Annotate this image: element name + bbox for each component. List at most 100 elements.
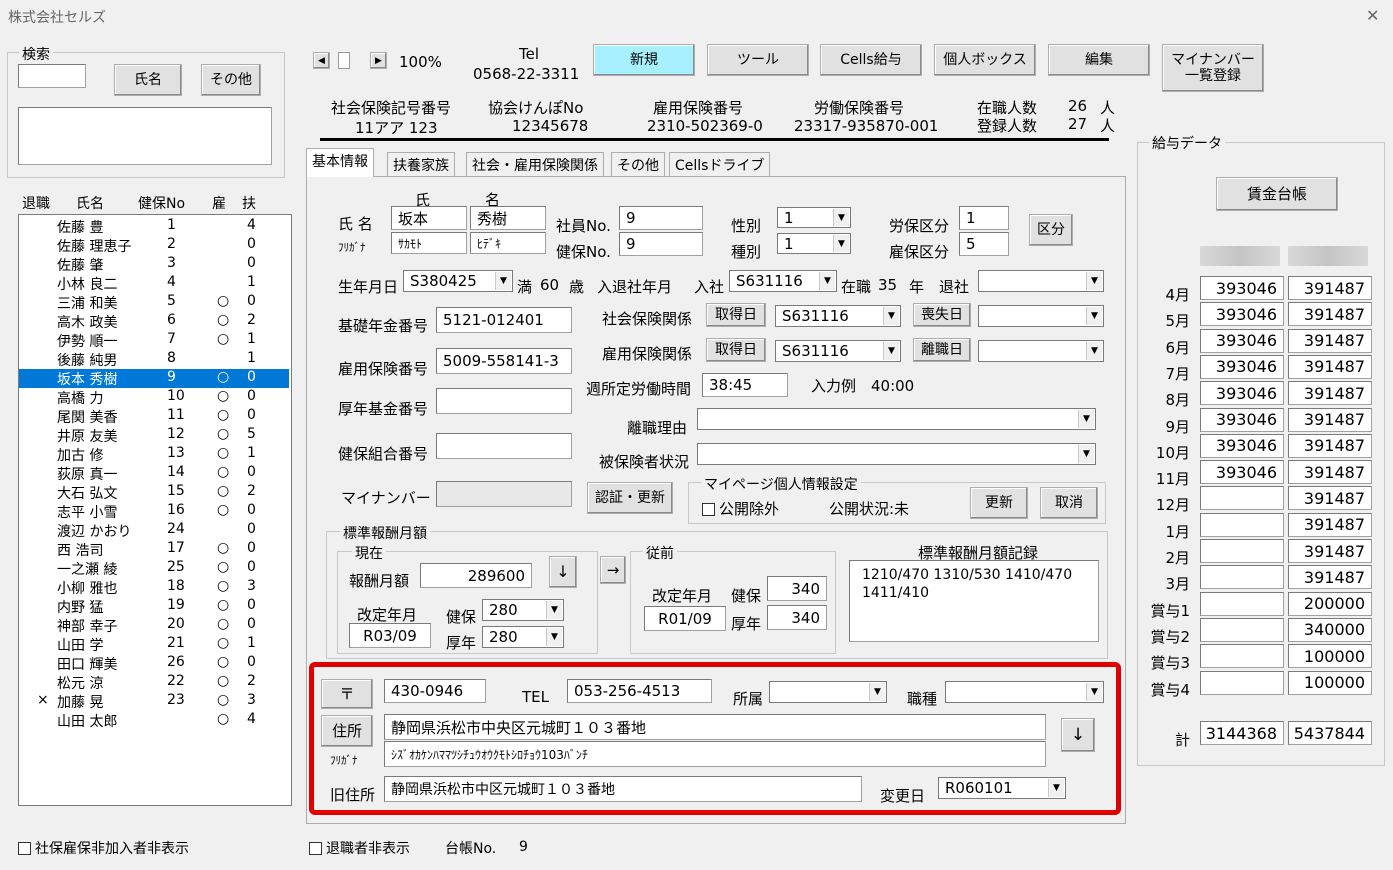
shaho-get-button[interactable]: 取得日 — [706, 303, 766, 327]
shaho-date-select[interactable]: S631116 ▼ — [775, 305, 901, 327]
other-search-button[interactable]: その他 — [201, 64, 261, 96]
pay-cell-b[interactable]: 100000 — [1288, 644, 1372, 669]
tab-other[interactable]: その他 — [611, 152, 665, 176]
list-item[interactable]: 小林 良二 4 1 — [19, 274, 289, 293]
move-right-button[interactable]: → — [600, 556, 626, 584]
pay-cell-a[interactable]: 393046 — [1200, 276, 1284, 300]
checkbox-icon[interactable] — [18, 842, 31, 855]
pay-cell-a[interactable] — [1200, 486, 1284, 511]
kosei-grade-select[interactable]: 280 ▼ — [482, 626, 564, 648]
list-item[interactable]: 内野 猛 19 ○ 0 — [19, 597, 289, 616]
list-item[interactable]: 佐藤 豊 1 4 — [19, 217, 289, 236]
mynumber-list-button[interactable]: マイナンバー 一覧登録 — [1162, 44, 1264, 92]
list-item[interactable]: 佐藤 肇 3 0 — [19, 255, 289, 274]
address-button[interactable]: 住所 — [321, 715, 373, 747]
shaho-lost-select[interactable]: ▼ — [978, 305, 1104, 327]
rodo-kbn-field[interactable]: 1 — [959, 206, 1009, 230]
prev-rev-field[interactable]: R01/09 — [644, 606, 726, 631]
personal-box-button[interactable]: 個人ボックス — [934, 44, 1036, 76]
list-item[interactable]: 山田 学 21 ○ 1 — [19, 635, 289, 654]
list-item[interactable]: 小柳 雅也 18 ○ 3 — [19, 578, 289, 597]
list-item[interactable]: 佐藤 理恵子 2 0 — [19, 236, 289, 255]
pay-cell-b[interactable]: 391487 — [1288, 328, 1372, 353]
tab-basic[interactable]: 基本情報 — [306, 148, 374, 177]
tab-dependents[interactable]: 扶養家族 — [387, 152, 455, 176]
pay-cell-a[interactable]: 393046 — [1200, 407, 1284, 432]
chevron-down-icon[interactable]: ▼ — [883, 307, 899, 325]
pay-cell-a[interactable] — [1200, 617, 1284, 642]
pay-cell-a[interactable] — [1200, 670, 1284, 695]
chevron-down-icon[interactable]: ▼ — [1086, 272, 1102, 290]
pay-cell-b[interactable]: 391487 — [1288, 354, 1372, 379]
checkbox-icon[interactable] — [309, 842, 322, 855]
chevron-down-icon[interactable]: ▼ — [1086, 307, 1102, 325]
pay-cell-a[interactable] — [1200, 591, 1284, 616]
tab-insurance[interactable]: 社会・雇用保険関係 — [466, 152, 604, 176]
old-address-field[interactable]: 静岡県浜松市中区元城町１０３番地 — [384, 776, 862, 802]
join-select[interactable]: S631116 ▼ — [729, 270, 837, 292]
kumiai-field[interactable] — [436, 433, 572, 459]
list-item[interactable]: × 加藤 晃 23 ○ 3 — [19, 692, 289, 711]
pay-cell-b[interactable]: 100000 — [1288, 670, 1372, 695]
mypage-update-button[interactable]: 更新 — [970, 487, 1028, 519]
zip-button[interactable]: 〒 — [321, 679, 373, 709]
chevron-down-icon[interactable]: ▼ — [1086, 342, 1102, 360]
list-item[interactable]: 後藤 純男 8 1 — [19, 350, 289, 369]
chevron-down-icon[interactable]: ▼ — [1078, 410, 1094, 428]
status-select[interactable]: ▼ — [697, 443, 1096, 465]
list-item[interactable]: 伊勢 順一 7 ○ 1 — [19, 331, 289, 350]
empno-field[interactable]: 9 — [619, 206, 703, 230]
list-item[interactable]: 山田 太郎 ○ 4 — [19, 711, 289, 730]
list-item[interactable]: 志平 小雪 16 ○ 0 — [19, 502, 289, 521]
chevron-down-icon[interactable]: ▼ — [546, 601, 562, 619]
pay-total-a[interactable]: 3144368 — [1200, 721, 1284, 745]
chevron-down-icon[interactable]: ▼ — [819, 272, 835, 290]
dept-select[interactable]: ▼ — [769, 681, 887, 703]
koyoh-date-select[interactable]: S631116 ▼ — [775, 340, 901, 362]
sei-kana-field[interactable]: ｻｶﾓﾄ — [391, 232, 467, 254]
koyo-kbn-field[interactable]: 5 — [959, 232, 1009, 256]
chevron-down-icon[interactable]: ▼ — [546, 628, 562, 646]
list-item[interactable]: 高木 政美 6 ○ 2 — [19, 312, 289, 331]
mynumber-field[interactable] — [436, 481, 572, 507]
retire-select[interactable]: ▼ — [978, 270, 1104, 292]
chevron-down-icon[interactable]: ▼ — [1078, 445, 1094, 463]
addr-tel-field[interactable]: 053-256-4513 — [567, 679, 712, 703]
job-select[interactable]: ▼ — [945, 681, 1104, 703]
pension-field[interactable]: 5121-012401 — [436, 307, 572, 333]
chevron-down-icon[interactable]: ▼ — [883, 342, 899, 360]
list-item[interactable]: 渡辺 かおり 24 0 — [19, 521, 289, 540]
address-down-button[interactable]: ↓ — [1061, 718, 1095, 752]
kenpono-field[interactable]: 9 — [619, 232, 703, 256]
checkbox-icon[interactable] — [702, 503, 715, 516]
pay-cell-b[interactable]: 391487 — [1288, 407, 1372, 432]
name-search-button[interactable]: 氏名 — [114, 64, 182, 96]
list-item[interactable]: 高橋 力 10 ○ 0 — [19, 388, 289, 407]
pay-field[interactable]: 289600 — [420, 563, 532, 588]
zoom-right-icon[interactable]: ▶ — [370, 52, 387, 69]
pay-cell-a[interactable] — [1200, 512, 1284, 537]
pay-cell-a[interactable]: 393046 — [1200, 302, 1284, 327]
zoom-slider-thumb[interactable] — [338, 52, 350, 69]
hide-retired-checkbox[interactable]: 退職者非表示 — [309, 838, 410, 858]
search-result-box[interactable] — [18, 107, 272, 165]
chevron-down-icon[interactable]: ▼ — [1048, 779, 1064, 797]
birth-select[interactable]: S380425 ▼ — [403, 270, 513, 292]
new-button[interactable]: 新規 — [593, 44, 695, 76]
pay-cell-b[interactable]: 391487 — [1288, 486, 1372, 511]
change-date-select[interactable]: R060101 ▼ — [938, 777, 1066, 799]
sei-field[interactable]: 坂本 — [391, 206, 467, 230]
sex-select[interactable]: 1 ▼ — [777, 207, 851, 228]
list-item[interactable]: 三浦 和美 5 ○ 0 — [19, 293, 289, 312]
reason-select[interactable]: ▼ — [697, 408, 1096, 430]
list-item[interactable]: 田口 輝美 26 ○ 0 — [19, 654, 289, 673]
tab-cells-drive[interactable]: Cellsドライブ — [669, 152, 771, 176]
pay-cell-b[interactable]: 200000 — [1288, 591, 1372, 616]
tool-button[interactable]: ツール — [707, 44, 809, 76]
mei-field[interactable]: 秀樹 — [470, 206, 546, 230]
pay-down-button[interactable]: ↓ — [549, 556, 577, 588]
list-item[interactable]: 尾関 美香 11 ○ 0 — [19, 407, 289, 426]
prev-kosei-field[interactable]: 340 — [767, 605, 827, 630]
pay-cell-b[interactable]: 391487 — [1288, 381, 1372, 406]
kenpo-grade-select[interactable]: 280 ▼ — [482, 599, 564, 621]
